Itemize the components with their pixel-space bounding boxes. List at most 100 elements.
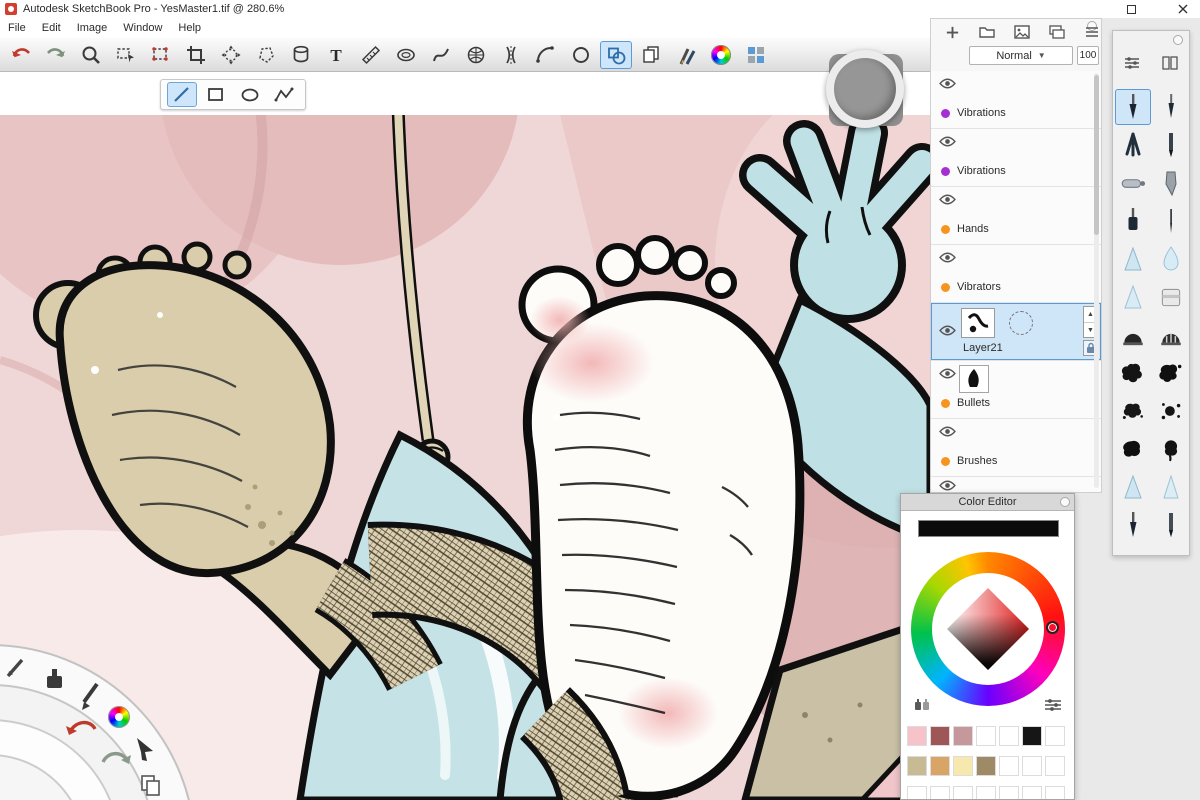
deselect-button[interactable] [145,41,177,69]
color-swatch[interactable] [930,756,950,776]
brush-preset-tapered-airbrush[interactable] [1153,469,1189,505]
color-swatch[interactable] [953,786,973,799]
collapse-panel-button[interactable] [1173,35,1183,45]
polyline-tool-button[interactable] [269,82,299,107]
color-swatch[interactable] [999,726,1019,746]
layer-opacity-field[interactable]: 100 [1077,46,1099,65]
collapse-panel-button[interactable] [1060,497,1070,507]
layer-visibility-toggle[interactable] [939,252,957,264]
color-swatch[interactable] [1022,756,1042,776]
brush-preset-eraser[interactable] [1153,279,1189,315]
add-layer-button[interactable] [941,22,963,42]
menu-image[interactable]: Image [69,20,116,36]
brush-preset-splatter[interactable] [1115,355,1151,391]
color-swatch[interactable] [999,756,1019,776]
menu-window[interactable]: Window [115,20,170,36]
color-swatch[interactable] [1045,756,1065,776]
color-swatch[interactable] [1022,726,1042,746]
layer-row-partial[interactable] [931,477,1101,492]
ruler-button[interactable] [355,41,387,69]
brush-preset-round-brush[interactable] [1153,89,1189,125]
brush-preset-ink-splat[interactable] [1115,393,1151,429]
current-color-bar[interactable] [918,520,1059,537]
brush-preset-paint-brush[interactable] [1115,89,1151,125]
color-swatch[interactable] [976,726,996,746]
brush-preset-airbrush[interactable] [1115,165,1151,201]
hue-marker[interactable] [1046,621,1059,634]
zoom-button[interactable] [75,41,107,69]
layer-row[interactable]: Vibrations [931,129,1101,187]
layer-row[interactable]: Bullets [931,361,1101,419]
fill-button[interactable] [285,41,317,69]
color-swatch[interactable] [1022,786,1042,799]
circle-tool-button[interactable] [565,41,597,69]
copy-merged-button[interactable] [635,41,667,69]
arc-tool-button[interactable] [530,41,562,69]
layer-thumbnail[interactable] [961,308,995,338]
color-swatch[interactable] [907,726,927,746]
brush-preset-dome-brush[interactable] [1115,317,1151,353]
layer-row[interactable]: Hands [931,187,1101,245]
color-swatch[interactable] [953,726,973,746]
color-sliders-button[interactable] [1044,698,1062,717]
brush-preset-heavy-splatter[interactable] [1153,355,1189,391]
brush-preset-flat-brush[interactable] [1115,203,1151,239]
hue-wheel[interactable] [911,552,1065,706]
panel-menu-button[interactable] [1081,22,1103,42]
layer-row-selected[interactable]: ▲ ▼ Layer21 [931,303,1101,361]
brush-preset-spray-dots[interactable] [1153,393,1189,429]
import-image-button[interactable] [1011,22,1033,42]
layer-visibility-toggle[interactable] [939,136,957,148]
brush-preset-fan-brush[interactable] [1115,127,1151,163]
brush-settings-button[interactable] [1120,53,1144,73]
brush-preset-blob-splat[interactable] [1115,431,1151,467]
brush-library-button[interactable] [740,41,772,69]
symmetry-button[interactable] [495,41,527,69]
menu-edit[interactable]: Edit [34,20,69,36]
layer-visibility-toggle[interactable] [939,194,957,206]
color-swatch[interactable] [930,786,950,799]
brush-preset-chisel-marker[interactable] [1153,165,1189,201]
brush-preset-hard-pencil[interactable] [1153,507,1189,543]
color-swatch[interactable] [1045,786,1065,799]
brush-puck[interactable] [826,50,904,128]
perspective-button[interactable] [460,41,492,69]
menu-file[interactable]: File [0,20,34,36]
color-editor-header[interactable]: Color Editor [901,494,1074,511]
color-swatch[interactable] [976,786,996,799]
brush-preset-drip-splat[interactable] [1153,431,1189,467]
layer-row[interactable]: Brushes [931,419,1101,477]
color-swatch[interactable] [999,786,1019,799]
ellipse-tool-button[interactable] [235,82,265,107]
ellipse-guide-button[interactable] [390,41,422,69]
rectangle-tool-button[interactable] [201,82,231,107]
menu-help[interactable]: Help [170,20,209,36]
layer-visibility-toggle[interactable] [939,368,957,380]
brush-preset-pencil[interactable] [1153,127,1189,163]
color-wheel-icon[interactable] [108,706,130,728]
redo-button[interactable] [40,41,72,69]
crop-button[interactable] [180,41,212,69]
brush-preset-glow-airbrush[interactable] [1115,469,1151,505]
color-wheel-button[interactable] [705,41,737,69]
brush-preset-fine-liner[interactable] [1153,203,1189,239]
brush-preset-water-drop[interactable] [1153,241,1189,277]
brush-preset-detail-brush[interactable] [1115,507,1151,543]
blend-mode-select[interactable]: Normal ▼ [969,46,1073,65]
color-swatch[interactable] [907,786,927,799]
layers-scrollbar[interactable] [1094,73,1099,488]
color-swatch[interactable] [930,726,950,746]
layer-row[interactable]: Vibrations [931,71,1101,129]
pencil-set-button[interactable] [670,41,702,69]
polygon-selection-button[interactable] [250,41,282,69]
french-curve-button[interactable] [425,41,457,69]
text-tool-button[interactable]: T [320,41,352,69]
transform-button[interactable] [215,41,247,69]
layer-visibility-toggle[interactable] [939,325,957,337]
color-swatch[interactable] [1045,726,1065,746]
layer-row[interactable]: Vibrators [931,245,1101,303]
line-tool-button[interactable] [167,82,197,107]
restore-button[interactable] [1118,1,1144,17]
color-swatch[interactable] [976,756,996,776]
layer-visibility-toggle[interactable] [939,78,957,90]
